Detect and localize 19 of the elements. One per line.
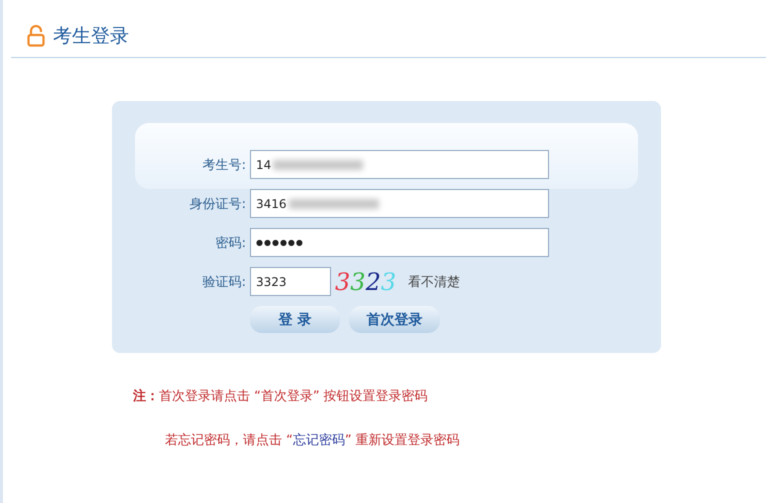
refresh-link[interactable]: 看不清楚 [408,272,460,290]
note-text: 首次登录请点击 “首次登录” 按钮设置登录密码 [159,389,428,404]
field-label: 考生号: [202,156,247,174]
note-text: ” 重新设置登录密码 [344,433,460,448]
page-title: 考生登录 [53,24,129,49]
forgot-password-link[interactable]: 忘记密码 [292,433,345,448]
note-text: 若忘记密码，请点击 “ [165,433,293,448]
note-label: 注： [133,389,159,404]
captcha-image[interactable]: 3323 [335,268,396,296]
password-field[interactable]: ●●●●●● [250,228,549,257]
input-field[interactable]: 3416 [250,189,549,218]
first-login-button[interactable]: 首次登录 [349,306,440,333]
field-label: 身份证号: [188,196,247,212]
field-label: 验证码: [202,274,247,290]
input-field[interactable]: 14 [250,150,549,179]
field-label: 密码: [214,234,247,252]
input-field[interactable]: 3323 [250,267,331,296]
lock-icon [27,25,45,47]
login-button[interactable]: 登 录 [250,306,340,333]
